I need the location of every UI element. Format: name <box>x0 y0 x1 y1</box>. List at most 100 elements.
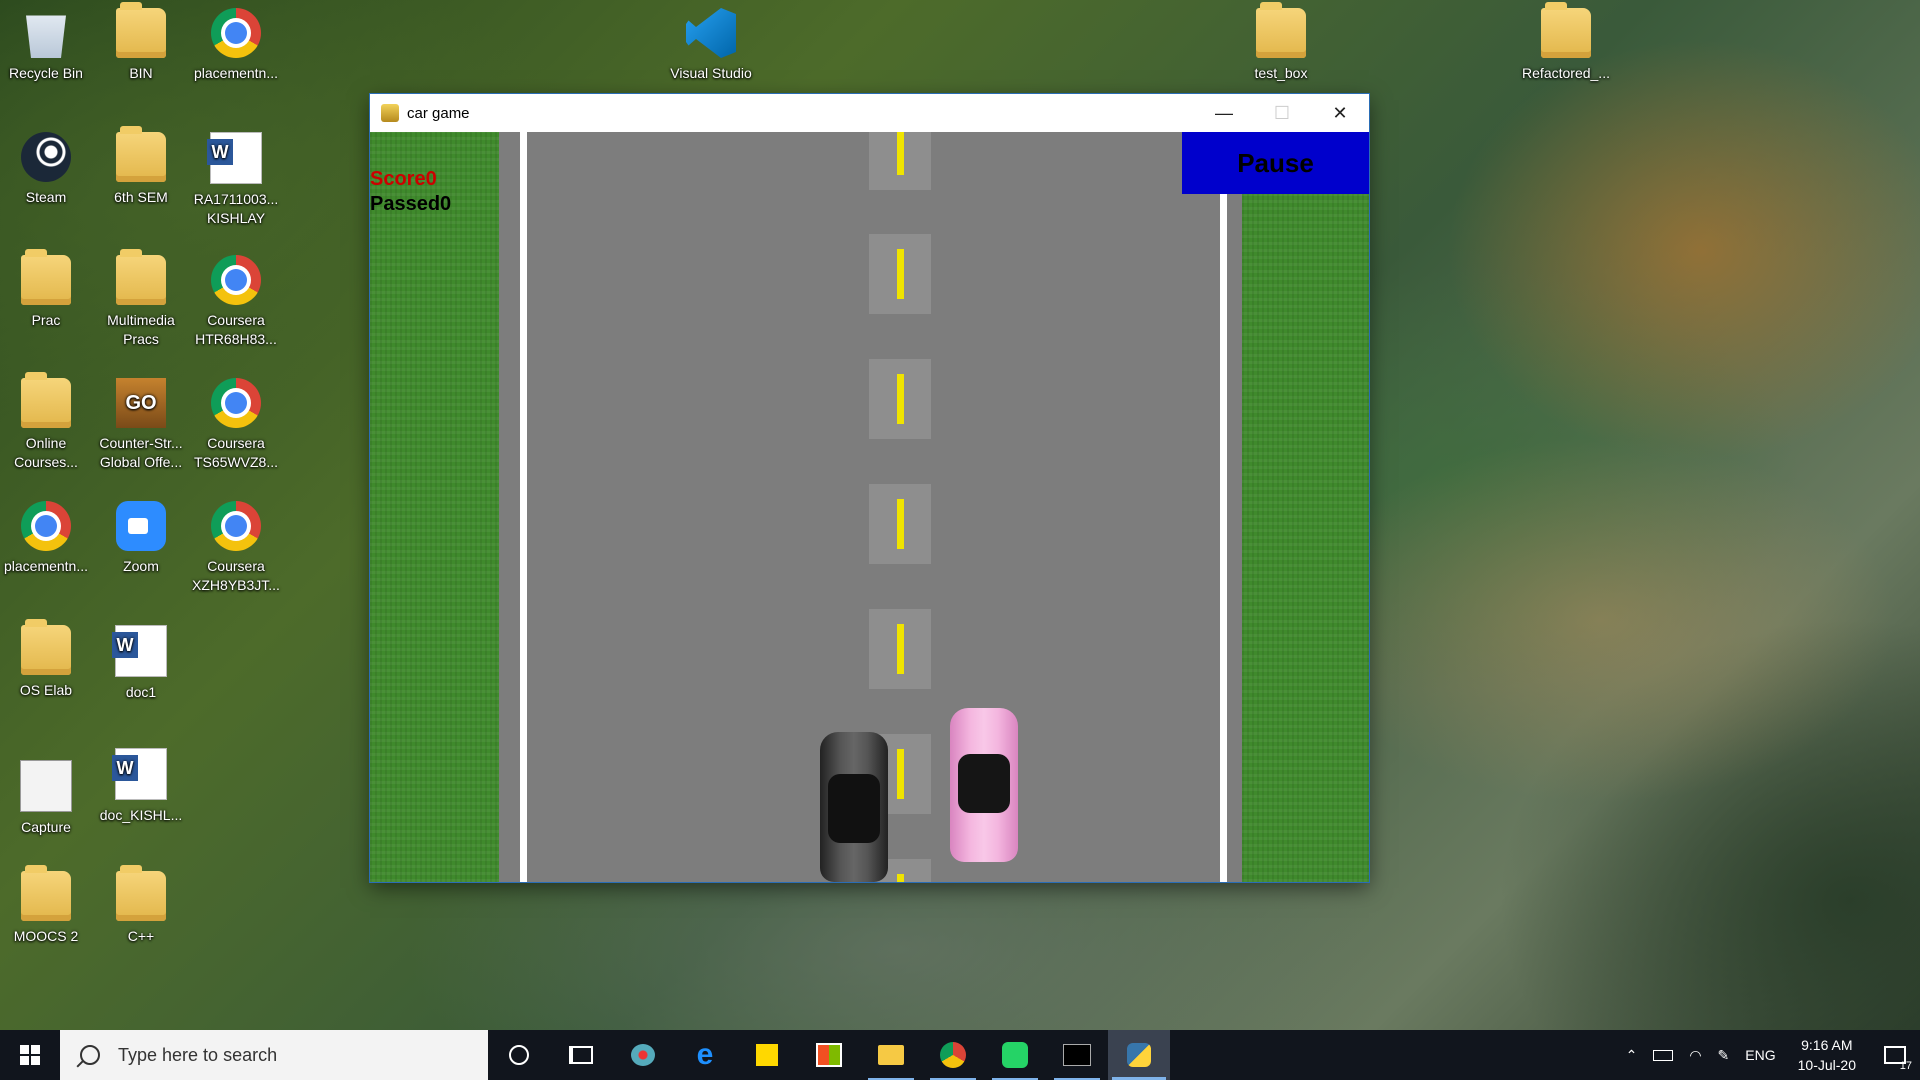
close-button[interactable]: ✕ <box>1311 94 1369 132</box>
chrome-icon <box>940 1042 966 1068</box>
player-car-pink <box>950 708 1018 862</box>
desktop-icon-placement-2[interactable]: placementn... <box>0 501 92 576</box>
desktop-icon-prac[interactable]: Prac <box>0 249 92 330</box>
desktop-icon-refactored[interactable]: Refactored_... <box>1520 2 1612 83</box>
desktop-icon-capture[interactable]: Capture <box>0 748 92 837</box>
chrome-icon <box>211 255 261 305</box>
chrome-icon <box>211 378 261 428</box>
desktop-icon-moocs-2[interactable]: MOOCS 2 <box>0 865 92 946</box>
desktop-icon-os-elab[interactable]: OS Elab <box>0 619 92 700</box>
folder-icon <box>21 619 71 675</box>
word-document-icon <box>112 625 167 677</box>
sticky-notes-icon <box>756 1044 778 1066</box>
folder-icon <box>21 865 71 921</box>
word-document-icon <box>207 132 262 184</box>
taskbar-search-box[interactable]: Type here to search <box>60 1030 488 1080</box>
folder-icon <box>116 126 166 182</box>
notification-count: 17 <box>1899 1060 1912 1072</box>
task-view-icon <box>569 1046 593 1064</box>
minimize-button[interactable]: — <box>1195 94 1253 132</box>
taskbar: Type here to search e ⌃ ◠ ✎ ENG 9:16 AM <box>0 1030 1920 1080</box>
desktop-icon-test-box[interactable]: test_box <box>1235 2 1327 83</box>
car-game-window[interactable]: car game — ☐ ✕ Score0 Passed0 Pause <box>370 94 1369 882</box>
taskbar-app-store[interactable] <box>798 1030 860 1080</box>
edge-icon: e <box>696 1038 714 1071</box>
taskbar-app-sticky-notes[interactable] <box>736 1030 798 1080</box>
desktop-icon-doc-kishl[interactable]: doc_KISHL... <box>95 748 187 825</box>
pen-icon[interactable]: ✎ <box>1710 1047 1738 1064</box>
desktop-icon-6th-sem[interactable]: 6th SEM <box>95 126 187 207</box>
taskbar-app-snip[interactable] <box>612 1030 674 1080</box>
lane-marker <box>869 359 931 439</box>
passed-label: Passed0 <box>370 193 452 215</box>
taskbar-app-file-explorer[interactable] <box>860 1030 922 1080</box>
cortana-circle-icon <box>509 1045 529 1065</box>
folder-icon <box>1256 2 1306 58</box>
csgo-icon: GO <box>116 378 166 428</box>
desktop-icon-visual-studio[interactable]: Visual Studio <box>665 8 757 83</box>
lane-marker <box>869 234 931 314</box>
taskbar-app-whatsapp[interactable] <box>984 1030 1046 1080</box>
folder-icon <box>116 249 166 305</box>
taskbar-app-edge[interactable]: e <box>674 1030 736 1080</box>
desktop-icon-zoom[interactable]: Zoom <box>95 501 187 576</box>
desktop-icon-bin[interactable]: BIN <box>95 2 187 83</box>
cortana-button[interactable] <box>488 1030 550 1080</box>
enemy-car-black <box>820 732 888 882</box>
word-document-icon <box>112 748 167 800</box>
desktop-icon-ra1711003[interactable]: RA1711003... KISHLAY <box>190 132 282 228</box>
desktop-icon-csgo[interactable]: GO Counter-Str... Global Offe... <box>95 378 187 472</box>
folder-icon <box>1541 2 1591 58</box>
desktop-icon-placement-1[interactable]: placementn... <box>190 8 282 83</box>
pause-button[interactable]: Pause <box>1182 132 1369 194</box>
game-canvas[interactable]: Score0 Passed0 Pause <box>370 132 1369 882</box>
taskbar-clock[interactable]: 9:16 AM 10-Jul-20 <box>1784 1035 1870 1075</box>
desktop-icon-cpp[interactable]: C++ <box>95 865 187 946</box>
folder-icon <box>116 865 166 921</box>
start-button[interactable] <box>0 1030 60 1080</box>
chrome-icon <box>21 501 71 551</box>
language-indicator[interactable]: ENG <box>1737 1047 1783 1063</box>
python-icon <box>1127 1043 1151 1067</box>
road-left-edge-line <box>520 132 527 882</box>
desktop-icon-steam[interactable]: Steam <box>0 132 92 207</box>
desktop-icon-recycle-bin[interactable]: Recycle Bin <box>0 8 92 83</box>
wifi-icon[interactable]: ◠ <box>1681 1047 1709 1064</box>
image-file-icon <box>20 760 72 812</box>
terminal-icon <box>1063 1044 1091 1066</box>
recycle-bin-icon <box>26 15 66 58</box>
folder-icon <box>21 372 71 428</box>
task-view-button[interactable] <box>550 1030 612 1080</box>
desktop-icon-multimedia-pracs[interactable]: Multimedia Pracs <box>95 249 187 349</box>
chrome-icon <box>211 8 261 58</box>
snip-icon <box>631 1044 655 1066</box>
desktop-icon-online-courses[interactable]: Online Courses... <box>0 372 92 472</box>
search-placeholder: Type here to search <box>118 1044 278 1065</box>
window-title: car game <box>407 104 470 122</box>
system-tray: ⌃ ◠ ✎ ENG 9:16 AM 10-Jul-20 17 <box>1618 1030 1920 1080</box>
lane-marker <box>869 609 931 689</box>
desktop-icon-doc1[interactable]: doc1 <box>95 625 187 702</box>
taskbar-app-terminal[interactable] <box>1046 1030 1108 1080</box>
search-icon <box>80 1045 100 1065</box>
whatsapp-icon <box>1002 1042 1028 1068</box>
action-center-button[interactable]: 17 <box>1870 1030 1920 1080</box>
desktop-icon-coursera-htr[interactable]: Coursera HTR68H83... <box>190 255 282 349</box>
window-titlebar[interactable]: car game — ☐ ✕ <box>370 94 1369 132</box>
lane-marker <box>869 484 931 564</box>
visual-studio-code-icon <box>686 8 736 58</box>
taskbar-app-chrome[interactable] <box>922 1030 984 1080</box>
chevron-up-icon: ⌃ <box>1625 1046 1638 1063</box>
lane-marker <box>869 132 931 190</box>
desktop-icon-coursera-xzh[interactable]: Coursera XZH8YB3JT... <box>190 501 282 595</box>
clock-time: 9:16 AM <box>1801 1037 1853 1053</box>
steam-icon <box>21 132 71 182</box>
taskbar-app-python[interactable] <box>1108 1030 1170 1080</box>
battery-icon[interactable] <box>1645 1049 1681 1061</box>
desktop-icon-coursera-ts65[interactable]: Coursera TS65WVZ8... <box>190 378 282 472</box>
store-icon <box>816 1043 842 1067</box>
folder-icon <box>21 249 71 305</box>
zoom-icon <box>116 501 166 551</box>
maximize-button[interactable]: ☐ <box>1253 94 1311 132</box>
show-hidden-icons-button[interactable]: ⌃ <box>1618 1047 1646 1064</box>
